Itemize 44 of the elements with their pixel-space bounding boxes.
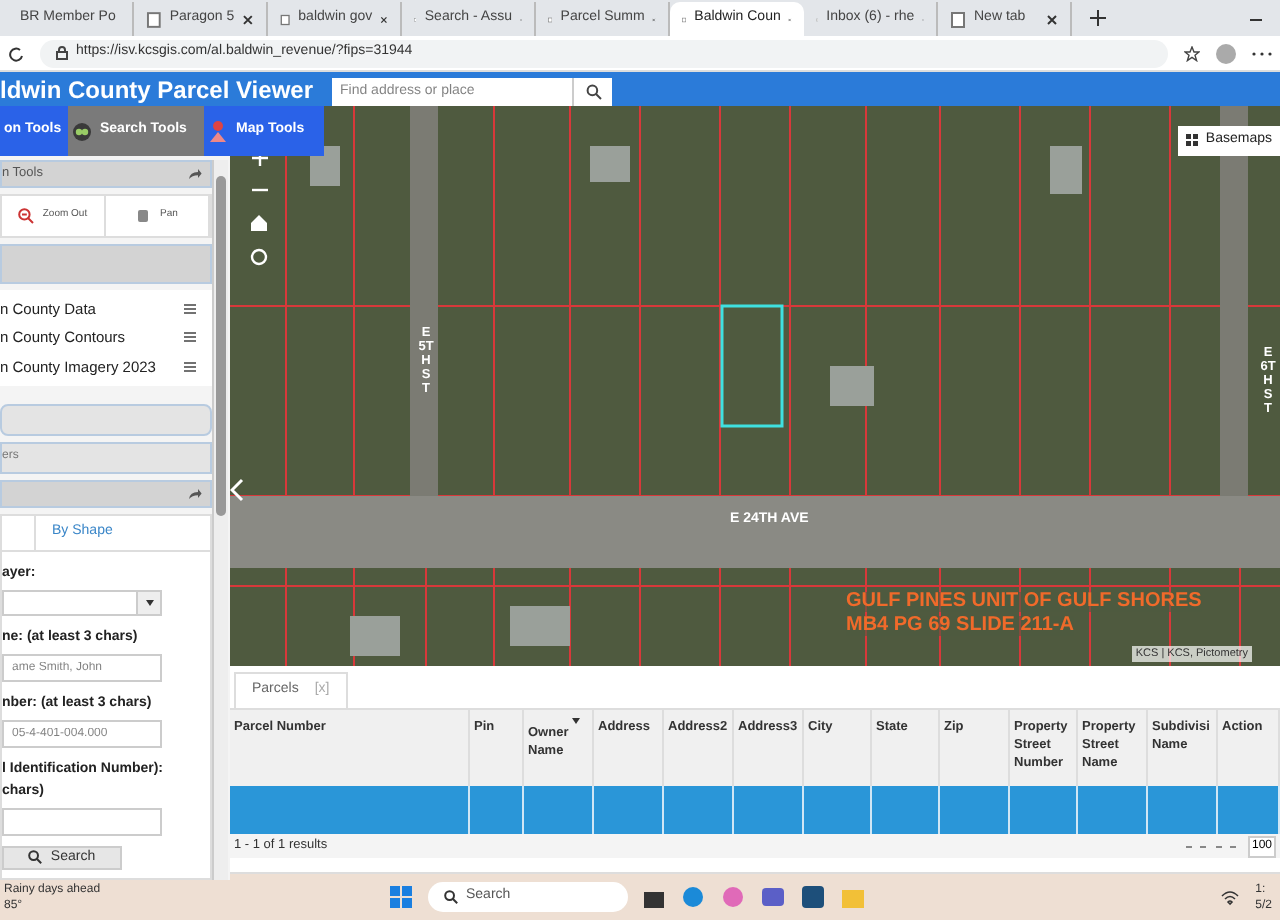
more-icon [1252, 49, 1272, 57]
subdivision-label: MB4 PG 69 SLIDE 211-A [846, 616, 1074, 636]
windows-icon [390, 886, 412, 908]
panel-header[interactable] [0, 479, 212, 508]
sort-caret-icon [572, 718, 580, 724]
zoom-out-icon [18, 208, 35, 224]
menu-icon [184, 304, 196, 315]
search-icon [444, 890, 458, 904]
reload-icon [8, 45, 24, 61]
text-field[interactable] [2, 807, 162, 836]
locate-icon [250, 248, 268, 266]
star-icon [1184, 45, 1200, 61]
binoculars-icon [72, 121, 92, 141]
search-icon [585, 83, 601, 99]
share-arrow-icon [188, 168, 202, 180]
app-icon [802, 886, 824, 908]
zoom-in-icon [251, 150, 267, 166]
share-arrow-icon [188, 487, 202, 500]
dropdown-field[interactable] [2, 589, 162, 616]
hand-icon [136, 208, 153, 224]
panel-header[interactable] [0, 244, 212, 284]
app-icon [644, 887, 664, 907]
avatar-icon [1216, 43, 1236, 63]
wifi-icon [1219, 889, 1240, 905]
app-title: ldwin County Parcel Viewer [0, 77, 315, 101]
menu-icon [184, 361, 196, 372]
search-button[interactable] [572, 77, 612, 105]
browser-icon [682, 886, 704, 908]
new-tab-icon [1088, 8, 1108, 28]
lock-icon [56, 46, 68, 60]
app-icon [762, 886, 784, 908]
app-icon [722, 886, 744, 908]
menu-icon [184, 332, 196, 343]
pager-icon [1183, 841, 1240, 851]
grid-icon [1185, 134, 1198, 147]
search-icon [28, 850, 43, 865]
subdivision-label: GULF PINES UNIT OF GULF SHORES [846, 592, 1202, 612]
table-row[interactable] [230, 786, 1280, 834]
person-pin-icon [208, 119, 228, 143]
caret-icon [145, 599, 153, 606]
panel-header[interactable] [0, 403, 212, 436]
scroll-bar[interactable] [212, 160, 228, 880]
home-icon [250, 214, 268, 232]
folder-icon [842, 887, 864, 907]
